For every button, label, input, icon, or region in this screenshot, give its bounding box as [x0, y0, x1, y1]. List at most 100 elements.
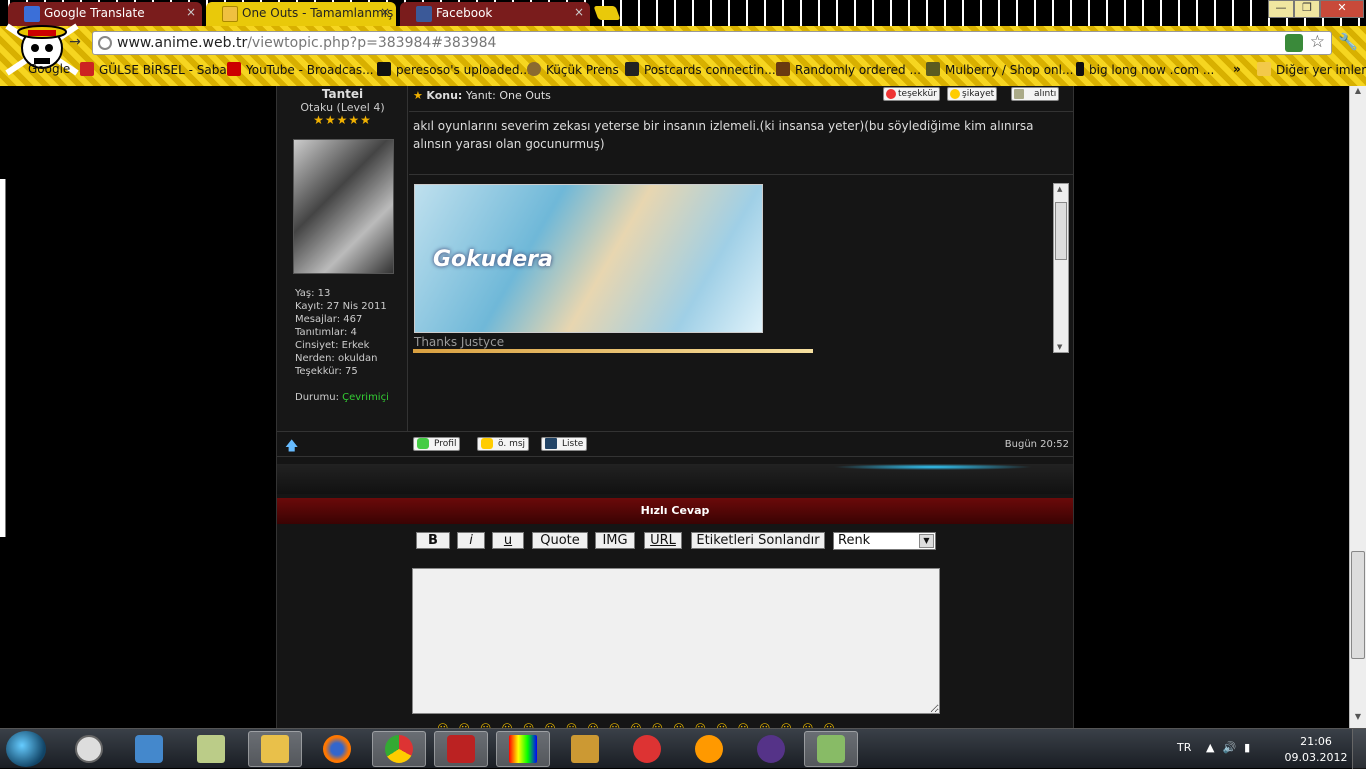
- folder-icon: [1257, 62, 1271, 76]
- taskbar-photos[interactable]: [558, 731, 612, 767]
- private-message-button[interactable]: ö. msj: [477, 437, 530, 451]
- youtube-icon: [227, 62, 241, 76]
- post-star-icon: ★: [413, 89, 423, 102]
- profile-button[interactable]: Profil: [413, 437, 461, 451]
- people-icon: [817, 735, 845, 763]
- scroll-thumb[interactable]: [1351, 551, 1365, 659]
- address-bar[interactable]: www.anime.web.tr/viewtopic.php?p=383984#…: [92, 31, 1332, 55]
- taskbar-adobe-cs[interactable]: [620, 731, 674, 767]
- taskbar-clock-app[interactable]: [62, 731, 116, 767]
- minimize-button[interactable]: —: [1268, 0, 1294, 18]
- maximize-button[interactable]: ❐: [1294, 0, 1320, 18]
- forward-button[interactable]: →: [64, 34, 86, 54]
- quote-tag-button[interactable]: Quote: [532, 532, 588, 549]
- scroll-down-icon[interactable]: ▼: [1350, 712, 1366, 728]
- banner-text: Gokudera: [433, 247, 553, 272]
- page-scrollbar[interactable]: ▲ ▼: [1349, 86, 1366, 728]
- bookmark-randomly-ordered[interactable]: Randomly ordered ...: [776, 62, 921, 77]
- color-select[interactable]: Renk ▼: [833, 532, 936, 550]
- bookmark-star-icon[interactable]: ☆: [1310, 32, 1325, 52]
- scroll-down-icon: ▼: [1057, 343, 1063, 351]
- rank-stars: ★★★★★: [313, 113, 372, 127]
- close-tags-button[interactable]: Etiketleri Sonlandır: [691, 532, 825, 549]
- new-tab-button[interactable]: [593, 6, 621, 20]
- chrome-icon: [385, 735, 413, 763]
- stat-location: Nerden: okuldan: [295, 353, 378, 364]
- warning-icon: [950, 89, 960, 99]
- underline-button[interactable]: u: [492, 532, 524, 549]
- start-button[interactable]: [6, 731, 46, 767]
- tab-strip: Google Translate × One Outs - Tamamlanmı…: [0, 0, 1366, 26]
- taskbar-explorer[interactable]: [248, 731, 302, 767]
- quick-reply-title: Hızlı Cevap: [277, 498, 1073, 524]
- adobe-cs-icon: [633, 735, 661, 763]
- bookmark-mulberry[interactable]: Mulberry / Shop onl...: [926, 62, 1073, 77]
- extension-icon[interactable]: [1285, 34, 1303, 52]
- clock-icon: [75, 735, 103, 763]
- taskbar-filmstrip[interactable]: [496, 731, 550, 767]
- bookmark-favicon-icon: [776, 62, 790, 76]
- facebook-favicon-icon: [416, 6, 432, 22]
- tab-facebook[interactable]: Facebook ×: [400, 2, 590, 26]
- show-desktop-button[interactable]: [1352, 729, 1366, 769]
- heart-icon: [886, 89, 896, 99]
- signature-frame: Gokudera Thanks Justyce ▲ ▼: [409, 174, 1073, 354]
- italic-button[interactable]: i: [457, 532, 485, 549]
- bookmark-kucuk-prens[interactable]: Küçük Prens: [527, 62, 619, 77]
- taskbar-shortcut-app[interactable]: [184, 731, 238, 767]
- bookmark-google[interactable]: Google: [28, 62, 70, 76]
- filmstrip-icon: [509, 735, 537, 763]
- messenger-icon: [695, 735, 723, 763]
- folder-shortcut-icon: [197, 735, 225, 763]
- quote-button[interactable]: alıntı: [1011, 87, 1060, 101]
- quote-icon: [1014, 89, 1024, 99]
- scroll-up-icon[interactable]: ▲: [1350, 86, 1366, 102]
- taskbar-flash[interactable]: [434, 731, 488, 767]
- tab-close-icon[interactable]: ×: [380, 5, 390, 19]
- report-button[interactable]: şikayet: [947, 87, 998, 101]
- back-to-top-icon[interactable]: 🡅: [285, 437, 298, 459]
- taskbar-messenger[interactable]: [682, 731, 736, 767]
- tab-close-icon[interactable]: ×: [574, 5, 584, 19]
- section-divider: [277, 464, 1073, 494]
- clock-time[interactable]: 21:06: [1296, 735, 1336, 748]
- author-avatar: [293, 139, 394, 274]
- bookmark-favicon-icon: [377, 62, 391, 76]
- taskbar-firefox[interactable]: [310, 731, 364, 767]
- bookmark-postcards[interactable]: Postcards connectin...: [625, 62, 776, 77]
- bookmark-youtube[interactable]: YouTube - Broadcas...: [227, 62, 374, 77]
- bookmarks-overflow-button[interactable]: »: [1233, 62, 1241, 76]
- system-tray-icons[interactable]: ▲🔊▮: [1206, 741, 1258, 754]
- stat-messages: Mesajlar: 467: [295, 314, 363, 325]
- wrench-menu-icon[interactable]: 🔧: [1338, 32, 1358, 51]
- taskbar-media-app[interactable]: [122, 731, 176, 767]
- stat-thanks: Teşekkür: 75: [295, 366, 358, 377]
- list-button[interactable]: Liste: [541, 437, 588, 451]
- bookmark-gulse-birsel[interactable]: GÜLSE BİRSEL - Sabah: [80, 62, 234, 77]
- bookmark-favicon-icon: [625, 62, 639, 76]
- img-tag-button[interactable]: IMG: [595, 532, 635, 549]
- signature-divider: [413, 349, 813, 353]
- other-bookmarks-folder[interactable]: Diğer yer imleri: [1257, 62, 1366, 77]
- clock-date[interactable]: 09.03.2012: [1284, 751, 1348, 764]
- reply-textarea[interactable]: [412, 568, 940, 714]
- url-tag-button[interactable]: URL: [644, 532, 682, 549]
- flash-icon: [447, 735, 475, 763]
- bookmark-peresoso[interactable]: peresoso's uploaded...: [377, 62, 531, 77]
- tab-one-outs[interactable]: One Outs - Tamamlanmış A ×: [206, 2, 396, 26]
- taskbar-torrent[interactable]: [744, 731, 798, 767]
- signature-scrollbar[interactable]: ▲ ▼: [1053, 183, 1069, 353]
- scroll-thumb[interactable]: [1055, 202, 1067, 260]
- post-subject: ★ Konu: Yanıt: One Outs: [413, 89, 551, 102]
- side-panel: [0, 179, 6, 537]
- taskbar-people[interactable]: [804, 731, 858, 767]
- author-username[interactable]: Tantei: [277, 87, 408, 101]
- bold-button[interactable]: B: [416, 532, 450, 549]
- tab-close-icon[interactable]: ×: [186, 5, 196, 19]
- close-window-button[interactable]: ✕: [1320, 0, 1364, 18]
- stat-age: Yaş: 13: [295, 288, 331, 299]
- thanks-button[interactable]: teşekkür: [883, 87, 940, 101]
- taskbar-chrome[interactable]: [372, 731, 426, 767]
- language-indicator[interactable]: TR: [1177, 741, 1191, 754]
- bookmark-big-long-now[interactable]: big long now .com ...: [1076, 62, 1214, 77]
